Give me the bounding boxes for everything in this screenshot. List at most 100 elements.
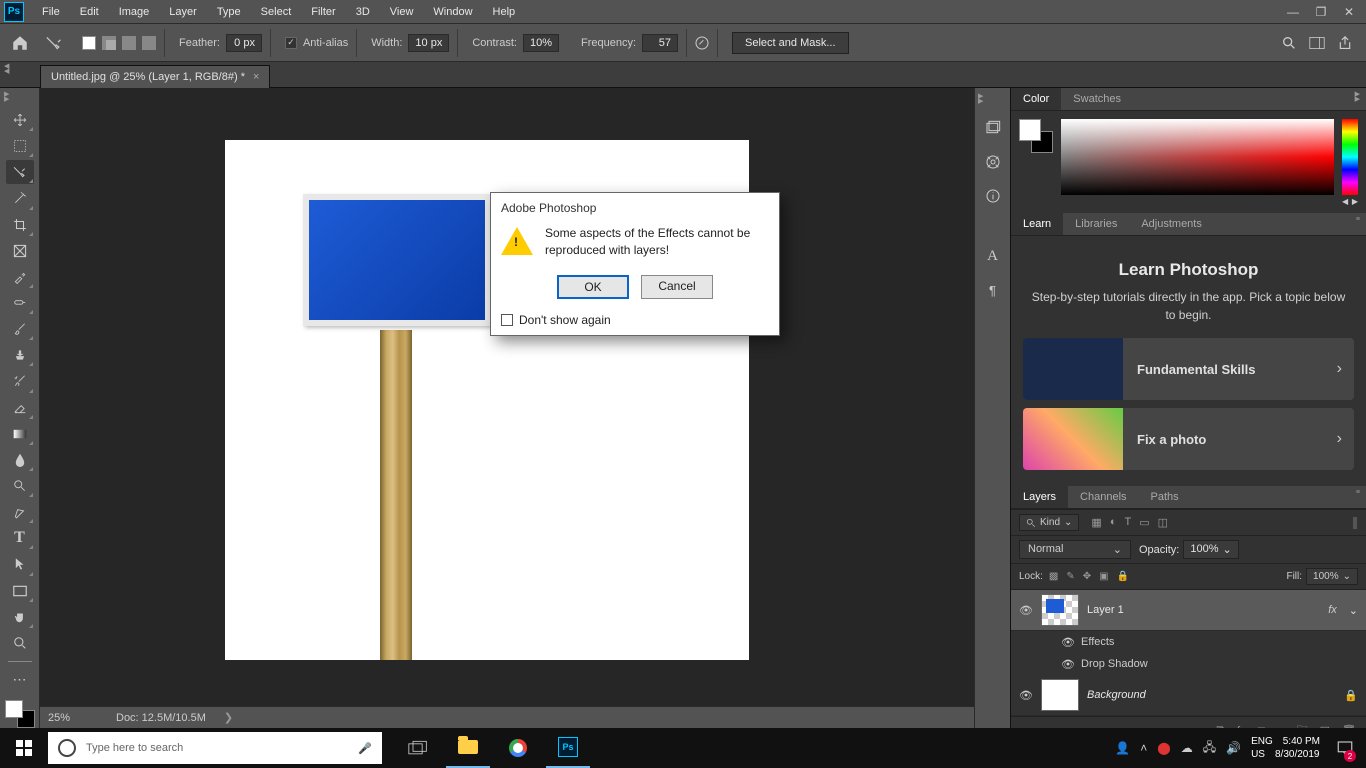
taskbar-search[interactable]: Type here to search 🎤: [48, 732, 382, 764]
type-tool[interactable]: T: [6, 526, 34, 550]
move-tool[interactable]: [6, 108, 34, 132]
chrome-icon[interactable]: [496, 728, 540, 768]
layer-thumbnail[interactable]: [1041, 679, 1079, 711]
layer-effect-dropshadow[interactable]: 👁Drop Shadow: [1011, 653, 1366, 675]
tray-chevron-icon[interactable]: ˄: [1140, 741, 1147, 755]
frequency-input[interactable]: 57: [642, 34, 678, 52]
people-icon[interactable]: 👤: [1115, 741, 1130, 755]
action-center-icon[interactable]: 2: [1330, 728, 1360, 768]
workspace-picker-icon[interactable]: [1308, 34, 1326, 52]
strip-expand-icon[interactable]: ▶▶: [975, 94, 983, 104]
selection-add-icon[interactable]: [102, 36, 116, 50]
menu-file[interactable]: File: [32, 2, 70, 22]
feather-input[interactable]: 0 px: [226, 34, 262, 52]
network-icon[interactable]: 🖧: [1203, 738, 1216, 759]
selection-intersect-icon[interactable]: [142, 36, 156, 50]
tab-libraries[interactable]: Libraries: [1063, 213, 1129, 235]
filter-adjustment-icon[interactable]: ◐: [1110, 516, 1117, 529]
menu-help[interactable]: Help: [483, 2, 526, 22]
menu-edit[interactable]: Edit: [70, 2, 109, 22]
learn-card-fixphoto[interactable]: Fix a photo ›: [1023, 408, 1354, 470]
layer-row[interactable]: 👁 Layer 1 fx ⌄: [1011, 590, 1366, 631]
tab-collapse-icon[interactable]: ◀◀: [4, 64, 9, 74]
file-explorer-icon[interactable]: [446, 728, 490, 768]
color-field[interactable]: [1061, 119, 1334, 195]
panel-collapse-icon[interactable]: ▶▶: [1355, 88, 1366, 110]
visibility-toggle-icon[interactable]: 👁: [1061, 658, 1075, 671]
window-restore[interactable]: ❐: [1308, 3, 1334, 21]
properties-panel-icon[interactable]: [983, 152, 1003, 172]
eraser-tool[interactable]: [6, 396, 34, 420]
tab-swatches[interactable]: Swatches: [1061, 88, 1133, 110]
lock-position-icon[interactable]: ✥: [1083, 571, 1091, 582]
panel-menu-icon[interactable]: ≡: [1356, 213, 1366, 235]
edit-toolbar-icon[interactable]: ⋯: [6, 668, 34, 692]
marquee-tool[interactable]: [6, 134, 34, 158]
security-icon[interactable]: ⬤: [1157, 741, 1170, 755]
selection-subtract-icon[interactable]: [122, 36, 136, 50]
visibility-toggle-icon[interactable]: 👁: [1019, 689, 1033, 702]
opacity-input[interactable]: 100%⌄: [1183, 540, 1238, 559]
rectangle-tool[interactable]: [6, 579, 34, 603]
layer-row[interactable]: 👁 Background 🔒: [1011, 675, 1366, 716]
document-tab[interactable]: Untitled.jpg @ 25% (Layer 1, RGB/8#) * ×: [40, 65, 270, 88]
zoom-tool[interactable]: [6, 631, 34, 655]
language-clock[interactable]: ENG5:40 PM US8/30/2019: [1251, 735, 1320, 761]
dodge-tool[interactable]: [6, 474, 34, 498]
layer-effects-badge[interactable]: fx: [1328, 604, 1341, 616]
filter-toggle[interactable]: [1352, 516, 1358, 530]
window-close[interactable]: ✕: [1336, 3, 1362, 21]
mic-icon[interactable]: 🎤: [358, 742, 372, 755]
lock-transparency-icon[interactable]: ▩: [1049, 571, 1058, 582]
tab-channels[interactable]: Channels: [1068, 486, 1138, 508]
status-menu-icon[interactable]: ❯: [224, 711, 233, 724]
layer-name[interactable]: Layer 1: [1087, 604, 1320, 616]
foreground-background-colors[interactable]: [5, 700, 35, 728]
start-button[interactable]: [0, 740, 48, 756]
menu-view[interactable]: View: [380, 2, 424, 22]
lock-all-icon[interactable]: 🔒: [1117, 571, 1129, 582]
tool-preset-picker[interactable]: [40, 29, 68, 57]
color-fg-bg-swatches[interactable]: [1019, 119, 1053, 153]
ok-button[interactable]: OK: [557, 275, 629, 299]
width-input[interactable]: 10 px: [408, 34, 449, 52]
magic-wand-tool[interactable]: [6, 186, 34, 210]
menu-filter[interactable]: Filter: [301, 2, 345, 22]
blur-tool[interactable]: [6, 448, 34, 472]
share-icon[interactable]: [1336, 34, 1354, 52]
antialias-checkbox[interactable]: ✓: [285, 37, 297, 49]
select-and-mask-button[interactable]: Select and Mask...: [732, 32, 849, 54]
info-panel-icon[interactable]: [983, 186, 1003, 206]
volume-icon[interactable]: 🔊: [1226, 741, 1241, 755]
zoom-level[interactable]: 25%: [48, 712, 98, 724]
dont-show-checkbox[interactable]: [501, 314, 513, 326]
character-panel-icon[interactable]: A: [983, 246, 1003, 266]
filter-pixel-icon[interactable]: ▦: [1091, 516, 1101, 529]
healing-brush-tool[interactable]: [6, 291, 34, 315]
canvas-area[interactable]: 25% Doc: 12.5M/10.5M ❯: [40, 88, 974, 728]
visibility-toggle-icon[interactable]: 👁: [1061, 636, 1075, 649]
menu-type[interactable]: Type: [207, 2, 251, 22]
menu-select[interactable]: Select: [251, 2, 302, 22]
gradient-tool[interactable]: [6, 422, 34, 446]
brush-tool[interactable]: [6, 317, 34, 341]
layer-effects-row[interactable]: 👁Effects: [1011, 631, 1366, 653]
crop-tool[interactable]: [6, 213, 34, 237]
blend-mode-dropdown[interactable]: Normal⌄: [1019, 540, 1131, 559]
layer-filter-type[interactable]: Kind⌄: [1019, 514, 1079, 531]
tab-learn[interactable]: Learn: [1011, 213, 1063, 235]
tab-layers[interactable]: Layers: [1011, 486, 1068, 508]
menu-image[interactable]: Image: [109, 2, 160, 22]
path-selection-tool[interactable]: [6, 552, 34, 576]
photoshop-taskbar-icon[interactable]: Ps: [546, 728, 590, 768]
lock-artboard-icon[interactable]: ▣: [1099, 571, 1108, 582]
panel-menu-icon[interactable]: ≡: [1356, 486, 1366, 508]
toolbar-collapse-icon[interactable]: ▶▶: [0, 92, 9, 102]
pen-tool[interactable]: [6, 500, 34, 524]
window-minimize[interactable]: —: [1280, 3, 1306, 21]
tab-paths[interactable]: Paths: [1139, 486, 1191, 508]
pen-pressure-icon[interactable]: [693, 34, 711, 52]
selection-new-icon[interactable]: [82, 36, 96, 50]
filter-shape-icon[interactable]: ▭: [1139, 516, 1149, 529]
tab-color[interactable]: Color: [1011, 88, 1061, 110]
